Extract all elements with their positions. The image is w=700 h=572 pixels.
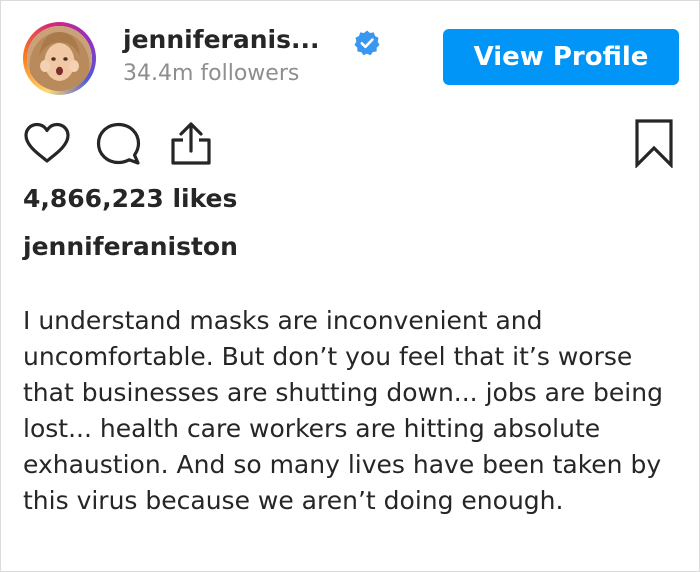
view-profile-button[interactable]: View Profile	[443, 29, 679, 85]
like-count[interactable]: 4,866,223 likes	[23, 184, 237, 213]
caption-text: I understand masks are inconvenient and …	[23, 306, 663, 515]
bookmark-icon[interactable]	[634, 118, 674, 168]
avatar[interactable]	[27, 26, 92, 91]
follower-count: 34.4m followers	[123, 61, 300, 86]
share-icon[interactable]	[169, 121, 213, 167]
comment-bubble-icon[interactable]	[96, 122, 142, 166]
avatar-story-ring[interactable]	[23, 22, 96, 95]
verified-badge-icon	[353, 29, 381, 57]
caption-username[interactable]: jenniferaniston	[23, 232, 238, 261]
username[interactable]: jenniferanis...	[123, 25, 319, 54]
heart-icon[interactable]	[23, 122, 71, 164]
instagram-post-card: jenniferanis... 34.4m followers View Pro…	[0, 0, 700, 572]
